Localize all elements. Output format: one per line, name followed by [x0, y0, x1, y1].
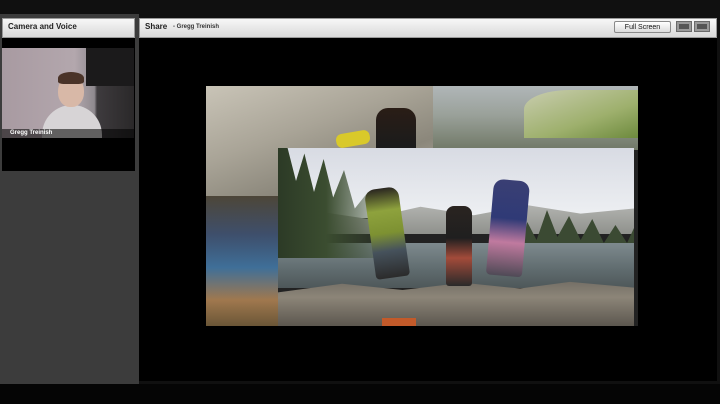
- webcam-person-hair: [58, 72, 84, 84]
- webcam-monitor: [86, 48, 134, 86]
- shared-slide-image: [206, 86, 638, 326]
- camera-pod-header[interactable]: Camera and Voice: [2, 18, 135, 38]
- webcam-video[interactable]: [2, 48, 134, 138]
- photo-orange-strip: [382, 318, 416, 326]
- share-presenter: - Gregg Treinish: [173, 24, 220, 30]
- meeting-window: Camera and Voice Gregg Treinish Share - …: [0, 0, 720, 404]
- fullscreen-button[interactable]: Full Screen: [614, 21, 671, 33]
- photo-lake-jumpers: [278, 148, 634, 326]
- layout-view-icon-glyph: [679, 24, 689, 29]
- bottom-bar: [0, 384, 720, 404]
- pod-options-icon[interactable]: [694, 21, 710, 32]
- photo-green-hill: [524, 90, 638, 138]
- share-pod-title: Share: [145, 22, 168, 31]
- photo-jumper-dark: [446, 206, 472, 286]
- layout-view-icon[interactable]: [676, 21, 692, 32]
- camera-pod-title: Camera and Voice: [8, 22, 77, 31]
- participant-name: Gregg Treinish: [10, 130, 53, 136]
- photo-backpacker: [206, 196, 278, 326]
- pod-options-icon-glyph: [697, 24, 707, 29]
